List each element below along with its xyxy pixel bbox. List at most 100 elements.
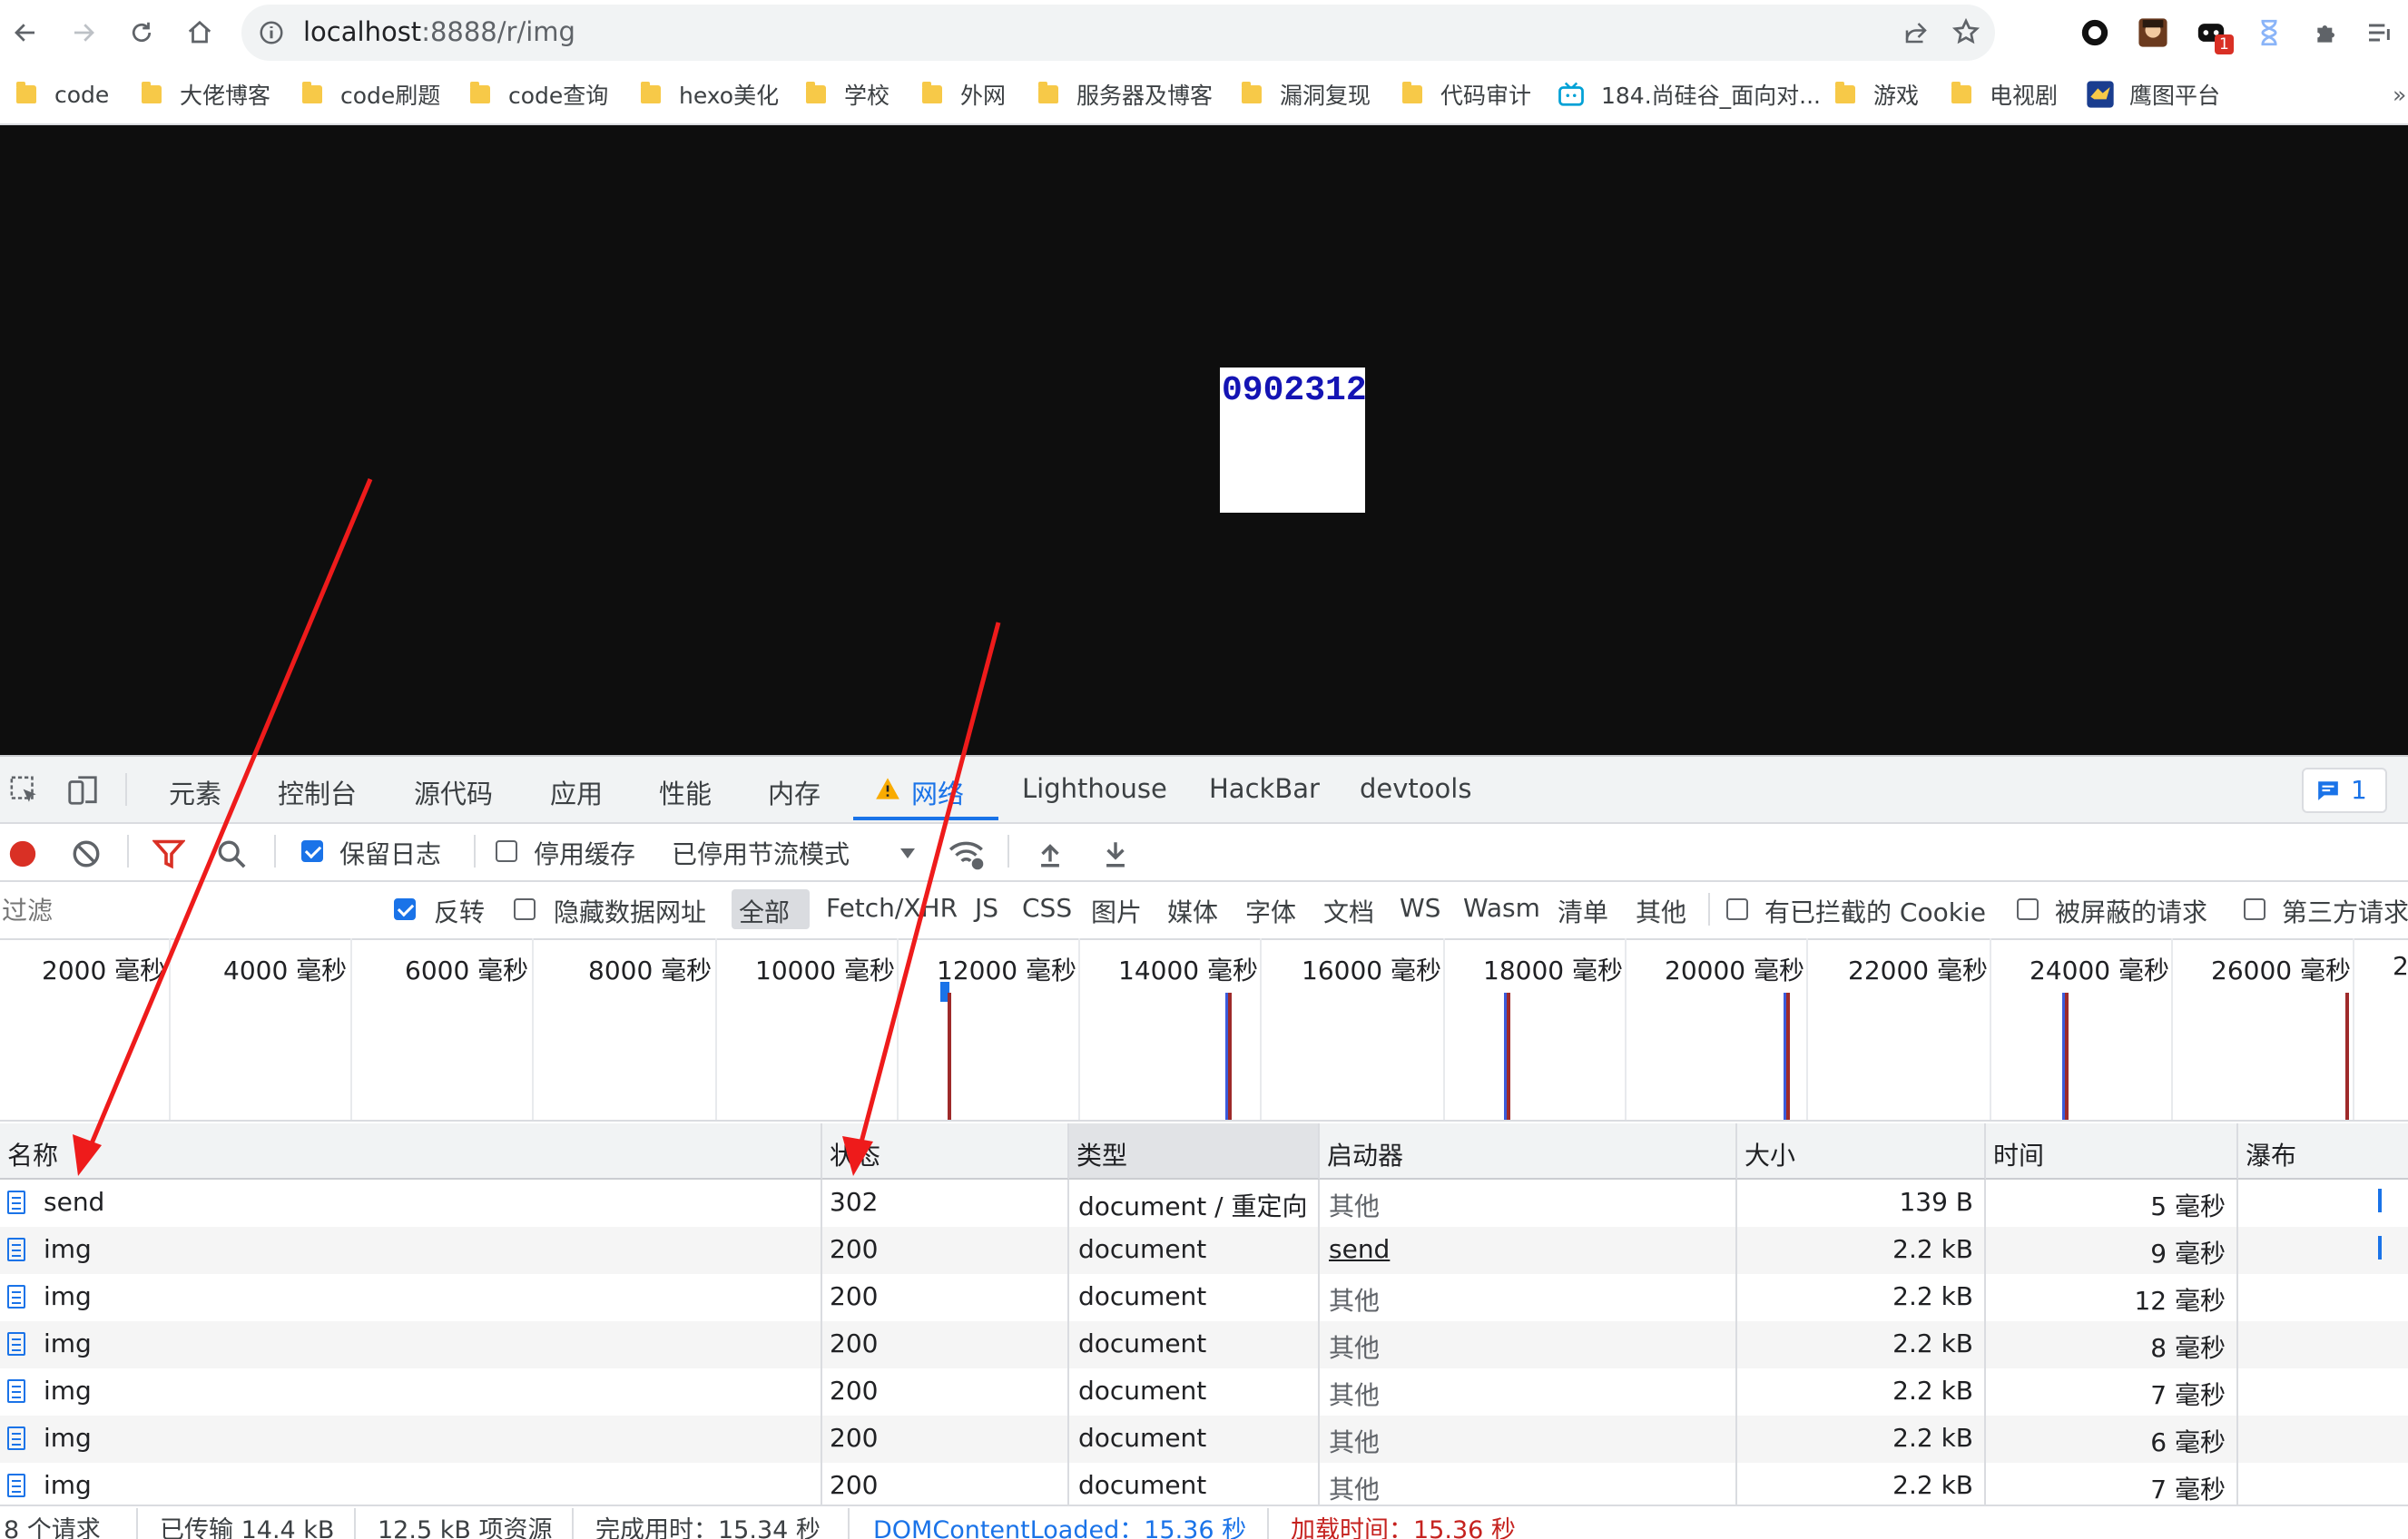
table-row[interactable]: send 302 document / 重定向 其他 139 B 5 毫秒 <box>0 1180 2408 1227</box>
filter-type-manifest[interactable]: 清单 <box>1558 893 1608 929</box>
invert-label: 反转 <box>434 897 486 927</box>
filter-type-wasm[interactable]: Wasm <box>1463 893 1540 923</box>
filter-input[interactable] <box>0 884 370 936</box>
filter-icon[interactable] <box>152 838 185 869</box>
request-initiator-link[interactable]: send <box>1320 1227 1737 1274</box>
bookmark-folder[interactable]: code <box>16 78 109 111</box>
bookmark-folder[interactable]: code查询 <box>470 78 608 111</box>
bookmark-star-icon[interactable] <box>1951 17 1980 46</box>
share-icon[interactable] <box>1902 19 1930 46</box>
request-size: 2.2 kB <box>1737 1321 1986 1368</box>
tab-devtools[interactable]: devtools <box>1360 773 1471 804</box>
column-header-size[interactable]: 大小 <box>1737 1123 1986 1180</box>
extension-badge[interactable]: 1 <box>2191 13 2234 54</box>
throttling-select[interactable]: 已停用节流模式 <box>672 835 850 871</box>
toolbar-separator <box>274 835 276 868</box>
bookmark-folder[interactable]: 外网 <box>922 78 1006 111</box>
url-text[interactable]: localhost:8888/r/img <box>303 16 575 47</box>
network-conditions-icon[interactable] <box>948 837 988 871</box>
column-header-initiator[interactable]: 启动器 <box>1320 1123 1737 1180</box>
home-button[interactable] <box>180 13 220 53</box>
tab-sources[interactable]: 源代码 <box>414 773 493 811</box>
filter-type-doc[interactable]: 文档 <box>1323 893 1374 929</box>
overview-gridline <box>2353 938 2354 1120</box>
table-row[interactable]: img 200 document 其他 2.2 kB 6 毫秒 <box>0 1416 2408 1463</box>
extension-hourglass[interactable] <box>2249 13 2289 53</box>
tab-console[interactable]: 控制台 <box>278 773 357 811</box>
tab-lighthouse[interactable]: Lighthouse <box>1022 773 1167 804</box>
bookmark-folder[interactable]: 代码审计 <box>1402 78 1531 111</box>
tab-performance[interactable]: 性能 <box>659 773 712 811</box>
table-row[interactable]: img 200 document 其他 2.2 kB 12 毫秒 <box>0 1274 2408 1321</box>
filter-type-font[interactable]: 字体 <box>1245 893 1296 929</box>
tab-network[interactable]: 网络 <box>911 773 964 811</box>
table-row[interactable]: img 200 document send 2.2 kB 9 毫秒 <box>0 1227 2408 1274</box>
filter-type-all[interactable]: 全部 <box>739 893 790 929</box>
waterfall-bar <box>2378 1189 2382 1212</box>
summary-finish: 完成用时：15.34 秒 <box>595 1516 821 1539</box>
column-header-waterfall[interactable]: 瀑布 <box>2238 1123 2408 1180</box>
tab-application[interactable]: 应用 <box>550 773 603 811</box>
bookmark-folder[interactable]: hexo美化 <box>641 78 779 111</box>
request-waterfall <box>2238 1463 2408 1510</box>
blocked-requests-checkbox[interactable] <box>2017 898 2039 920</box>
bookmark-folder[interactable]: code刷题 <box>302 78 440 111</box>
reload-button[interactable] <box>122 13 162 53</box>
record-icon[interactable] <box>7 838 38 869</box>
extension-1[interactable] <box>2075 13 2115 53</box>
bookmark-folder[interactable]: 游戏 <box>1835 78 1919 111</box>
hide-data-urls-checkbox[interactable] <box>514 898 536 920</box>
network-overview[interactable]: 2000 毫秒 4000 毫秒 6000 毫秒 8000 毫秒 10000 毫秒… <box>0 938 2408 1122</box>
filter-type-js[interactable]: JS <box>975 893 998 923</box>
bookmark-folder[interactable]: 漏洞复现 <box>1242 78 1371 111</box>
forward-button[interactable] <box>64 13 103 53</box>
bookmark-folder[interactable]: 服务器及博客 <box>1038 78 1213 111</box>
overview-gridline <box>350 938 352 1120</box>
filter-type-css[interactable]: CSS <box>1022 893 1072 923</box>
site-info-icon[interactable] <box>258 19 285 46</box>
table-row[interactable]: img 200 document 其他 2.2 kB 7 毫秒 <box>0 1463 2408 1510</box>
tab-hackbar[interactable]: HackBar <box>1209 773 1320 804</box>
inspect-element-icon[interactable] <box>9 775 40 806</box>
search-icon[interactable] <box>216 838 247 869</box>
filter-type-fetch[interactable]: Fetch/XHR <box>826 893 958 923</box>
preserve-log-checkbox[interactable] <box>301 840 323 862</box>
bookmark-folder[interactable]: 学校 <box>806 78 889 111</box>
column-header-time[interactable]: 时间 <box>1986 1123 2238 1180</box>
bookmark-folder[interactable]: 大佬博客 <box>142 78 270 111</box>
blocked-cookies-checkbox[interactable] <box>1726 898 1748 920</box>
filter-type-media[interactable]: 媒体 <box>1167 893 1218 929</box>
third-party-checkbox[interactable] <box>2244 898 2265 920</box>
disable-cache-checkbox[interactable] <box>496 840 517 862</box>
bookmarks-overflow-icon[interactable]: » <box>2393 78 2406 111</box>
address-bar[interactable]: localhost:8888/r/img <box>241 5 1995 61</box>
filter-type-img[interactable]: 图片 <box>1091 893 1142 929</box>
chevron-down-icon[interactable] <box>899 846 917 860</box>
back-button[interactable] <box>5 13 45 53</box>
column-header-status[interactable]: 状态 <box>822 1123 1069 1180</box>
invert-checkbox[interactable] <box>394 898 416 920</box>
upload-icon[interactable] <box>1035 838 1066 869</box>
column-header-type[interactable]: 类型 <box>1069 1123 1320 1180</box>
clear-icon[interactable] <box>71 838 102 869</box>
device-toolbar-icon[interactable] <box>65 773 100 808</box>
extensions-menu-button[interactable] <box>2307 13 2347 53</box>
folder-icon <box>922 82 942 103</box>
filter-type-other[interactable]: 其他 <box>1636 893 1686 929</box>
table-row[interactable]: img 200 document 其他 2.2 kB 7 毫秒 <box>0 1368 2408 1416</box>
column-header-name[interactable]: 名称 <box>0 1123 822 1180</box>
bookmark-folder[interactable]: 电视剧 <box>1951 78 2058 111</box>
filter-type-ws[interactable]: WS <box>1400 893 1440 923</box>
table-row[interactable]: img 200 document 其他 2.2 kB 8 毫秒 <box>0 1321 2408 1368</box>
tab-memory[interactable]: 内存 <box>768 773 821 811</box>
bookmark-link[interactable]: 鹰图平台 <box>2086 78 2220 111</box>
bookmark-link[interactable]: 184.尚硅谷_面向对... <box>1558 78 1821 111</box>
issues-counter-button[interactable]: 1 <box>2302 768 2387 813</box>
tab-elements[interactable]: 元素 <box>169 773 221 811</box>
extension-avatar[interactable] <box>2133 13 2173 53</box>
puzzle-icon <box>2317 25 2334 43</box>
reading-list-button[interactable] <box>2360 13 2400 53</box>
request-name: img <box>44 1423 92 1453</box>
disable-cache-label: 停用缓存 <box>534 839 636 869</box>
download-icon[interactable] <box>1100 838 1131 869</box>
